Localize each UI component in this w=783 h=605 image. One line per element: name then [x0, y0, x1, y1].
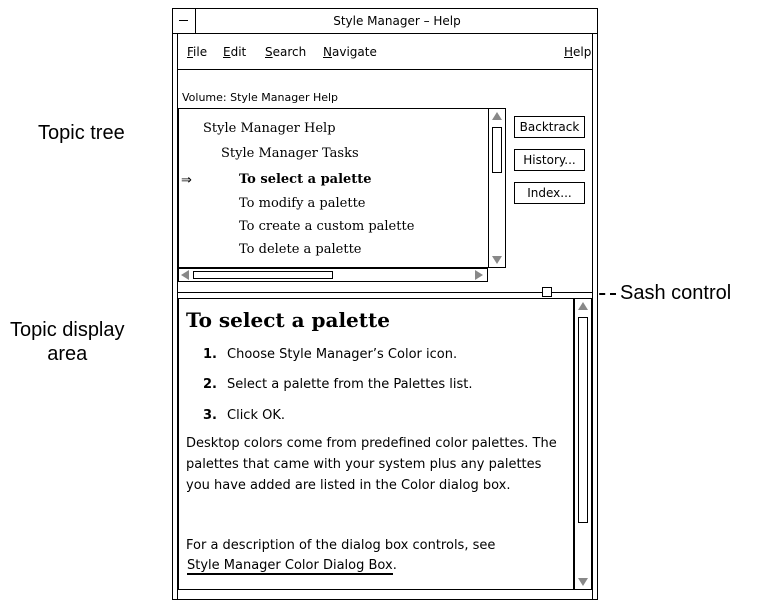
menu-file[interactable]: File [187, 45, 207, 59]
sash-control-callout: Sash control [620, 282, 732, 304]
title-bar[interactable]: Style Manager – Help [172, 8, 598, 34]
pane-divider [178, 292, 592, 293]
topic-paragraph-see-also: For a description of the dialog box cont… [186, 538, 496, 553]
tree-item-modify-palette[interactable]: To modify a palette [239, 196, 366, 211]
window-menu-button[interactable] [172, 8, 196, 33]
step-text: Choose Style Manager’s Color icon. [227, 347, 458, 362]
step-number: 1. [203, 347, 217, 362]
tree-item-delete-palette[interactable]: To delete a palette [239, 242, 361, 257]
scroll-down-icon[interactable] [578, 578, 588, 586]
history-button[interactable]: History... [514, 149, 585, 171]
menu-navigate[interactable]: Navigate [323, 45, 377, 59]
sash-control[interactable] [542, 287, 552, 297]
scroll-down-icon[interactable] [492, 256, 502, 264]
link-suffix: . [392, 558, 397, 573]
current-topic-arrow-icon: ⇒ [181, 173, 192, 188]
display-vertical-scrollbar[interactable] [574, 298, 592, 590]
index-button[interactable]: Index... [514, 182, 585, 204]
tree-item-style-manager-help[interactable]: Style Manager Help [203, 121, 336, 136]
tree-horizontal-scrollbar[interactable] [178, 268, 488, 282]
window-menu-icon [179, 20, 188, 21]
tree-vertical-scroll-thumb[interactable] [492, 127, 502, 173]
step-item: 3. Click OK. [203, 408, 285, 423]
tree-horizontal-scroll-thumb[interactable] [193, 271, 333, 279]
step-item: 2. Select a palette from the Palettes lis… [203, 377, 473, 392]
tree-item-create-custom-palette[interactable]: To create a custom palette [239, 219, 414, 234]
topic-display-callout-line2: area [47, 343, 88, 365]
topic-title: To select a palette [186, 308, 390, 332]
menu-edit[interactable]: Edit [223, 45, 246, 59]
volume-value: Style Manager Help [230, 91, 339, 104]
topic-tree[interactable]: ⇒ Style Manager Help Style Manager Tasks… [178, 108, 491, 268]
step-number: 2. [203, 377, 217, 392]
window-title: Style Manager – Help [333, 14, 461, 28]
topic-display-callout-line1: Topic display [10, 319, 125, 341]
display-vertical-scroll-thumb[interactable] [578, 317, 588, 523]
topic-tree-callout: Topic tree [38, 122, 125, 144]
window-frame-right [592, 34, 593, 600]
tree-item-select-palette[interactable]: To select a palette [239, 172, 372, 187]
step-item: 1. Choose Style Manager’s Color icon. [203, 347, 457, 362]
menu-bar: File Edit Search Navigate Help [178, 34, 592, 70]
style-manager-color-dialog-link[interactable]: Style Manager Color Dialog Box [187, 558, 393, 575]
menu-search[interactable]: Search [265, 45, 306, 59]
backtrack-button[interactable]: Backtrack [514, 116, 585, 138]
menu-help[interactable]: Help [564, 45, 591, 59]
topic-display-callout: Topic display area [10, 318, 125, 366]
scroll-left-icon[interactable] [181, 270, 189, 280]
volume-label: Volume: [182, 91, 227, 104]
step-number: 3. [203, 408, 217, 423]
step-text: Click OK. [227, 408, 285, 423]
scroll-up-icon[interactable] [492, 112, 502, 120]
tree-item-style-manager-tasks[interactable]: Style Manager Tasks [221, 146, 359, 161]
volume-line: Volume: Style Manager Help [182, 91, 338, 104]
tree-vertical-scrollbar[interactable] [488, 108, 506, 268]
topic-paragraph: Desktop colors come from predefined colo… [186, 436, 557, 493]
scroll-right-icon[interactable] [475, 270, 483, 280]
scroll-up-icon[interactable] [578, 302, 588, 310]
step-text: Select a palette from the Palettes list. [227, 377, 473, 392]
color-dialog-link-line: Style Manager Color Dialog Box. [187, 558, 397, 575]
